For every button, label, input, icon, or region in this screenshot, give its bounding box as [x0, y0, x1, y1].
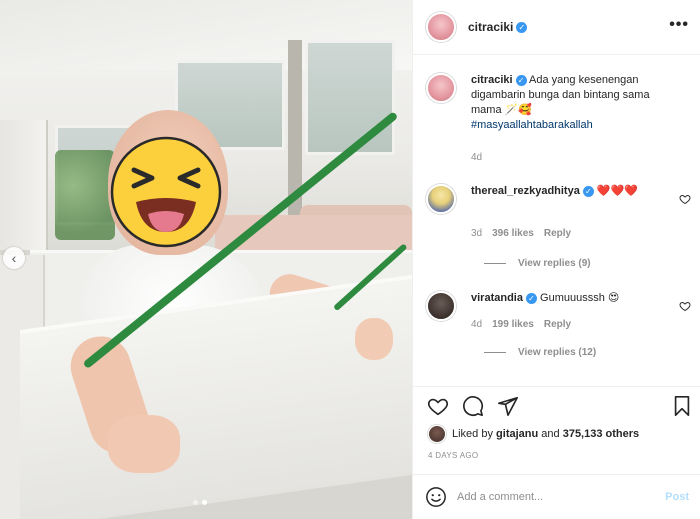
caption-content: citraciki ✓ Ada yang kesenengan digambari…	[471, 73, 676, 133]
comment-meta: 3d 396 likes Reply	[471, 228, 571, 239]
comment-age: 4d	[471, 319, 483, 330]
reply-button[interactable]: Reply	[544, 228, 571, 239]
photo-plant	[55, 150, 115, 240]
caption-age: 4d	[471, 152, 483, 163]
caption-meta: 4d	[471, 152, 482, 163]
post-timestamp[interactable]: 4 DAYS AGO	[428, 451, 478, 460]
photo-baby-hand	[355, 318, 393, 360]
view-replies-button[interactable]: View replies (12)	[484, 347, 596, 358]
liked-by-prefix: Liked by	[452, 428, 493, 440]
replies-divider	[484, 352, 506, 353]
comments-list[interactable]: citraciki ✓ Ada yang kesenengan digambari…	[413, 56, 700, 386]
replies-divider	[484, 263, 506, 264]
post-comment-button[interactable]: Post	[665, 491, 689, 503]
like-comment-heart-icon[interactable]	[679, 193, 691, 205]
photo-baby-hand	[108, 415, 180, 473]
liked-by-count[interactable]: 375,133 others	[563, 428, 639, 440]
face-cover-emoji-icon	[110, 136, 222, 248]
verified-badge-icon: ✓	[525, 292, 537, 304]
comment-likes[interactable]: 199 likes	[492, 319, 534, 330]
comment-text: Gumuuusssh 😍	[540, 292, 620, 304]
post-header: citraciki ✓ •••	[413, 0, 700, 55]
comment-username[interactable]: thereal_rezkyadhitya	[471, 185, 580, 197]
like-comment-heart-icon[interactable]	[679, 300, 691, 312]
comment-bubble-icon[interactable]	[461, 395, 485, 419]
liked-by-user[interactable]: gitajanu	[496, 428, 538, 440]
author-username[interactable]: citraciki	[468, 20, 513, 34]
carousel-dot	[193, 500, 198, 505]
photo-window	[305, 40, 395, 155]
verified-badge-icon: ✓	[516, 21, 528, 33]
liked-by-and: and	[541, 428, 560, 440]
comment-likes[interactable]: 396 likes	[492, 228, 534, 239]
liked-by-summary: Liked by gitajanu and 375,133 others	[428, 425, 639, 443]
view-replies-label[interactable]: View replies (12)	[518, 347, 596, 358]
post-side-panel: citraciki ✓ ••• citraciki ✓ Ada yang kese…	[412, 0, 700, 519]
view-replies-button[interactable]: View replies (9)	[484, 258, 591, 269]
more-options-button[interactable]: •••	[669, 17, 689, 33]
commenter-avatar[interactable]	[426, 291, 456, 321]
carousel-indicator	[193, 500, 207, 505]
commenter-avatar[interactable]	[426, 184, 456, 214]
caption-username[interactable]: citraciki	[471, 74, 513, 86]
comment-content: thereal_rezkyadhitya ✓ ❤️❤️❤️	[471, 184, 676, 199]
like-heart-icon[interactable]	[426, 395, 450, 419]
comment-username[interactable]: viratandia	[471, 292, 523, 304]
post-actions: Liked by gitajanu and 375,133 others 4 D…	[413, 386, 700, 488]
add-comment-bar: Post	[413, 474, 700, 519]
carousel-prev-button[interactable]: ‹	[3, 247, 25, 269]
save-bookmark-icon[interactable]	[670, 395, 694, 419]
comment-row: viratandia ✓ Gumuuusssh 😍 4d 199 likes Re…	[426, 291, 691, 381]
caption-row: citraciki ✓ Ada yang kesenengan digambari…	[426, 73, 691, 173]
liked-by-avatar[interactable]	[428, 425, 446, 443]
caption-hashtag[interactable]: #masyaallahtabarakallah	[471, 119, 593, 131]
share-paper-plane-icon[interactable]	[496, 395, 520, 419]
emoji-smiley-icon[interactable]	[425, 486, 447, 508]
view-replies-label[interactable]: View replies (9)	[518, 258, 591, 269]
comment-content: viratandia ✓ Gumuuusssh 😍	[471, 291, 676, 306]
carousel-dot-active	[202, 500, 207, 505]
author-avatar[interactable]	[426, 12, 456, 42]
verified-badge-icon: ✓	[582, 185, 594, 197]
add-comment-input[interactable]	[457, 491, 666, 503]
verified-badge-icon: ✓	[515, 74, 527, 86]
post-photo[interactable]: ‹	[0, 0, 412, 519]
comment-meta: 4d 199 likes Reply	[471, 319, 571, 330]
comment-text: ❤️❤️❤️	[596, 185, 638, 197]
reply-button[interactable]: Reply	[544, 319, 571, 330]
caption-avatar[interactable]	[426, 73, 456, 103]
comment-row: thereal_rezkyadhitya ✓ ❤️❤️❤️ 3d 396 like…	[426, 184, 691, 274]
comment-age: 3d	[471, 228, 483, 239]
